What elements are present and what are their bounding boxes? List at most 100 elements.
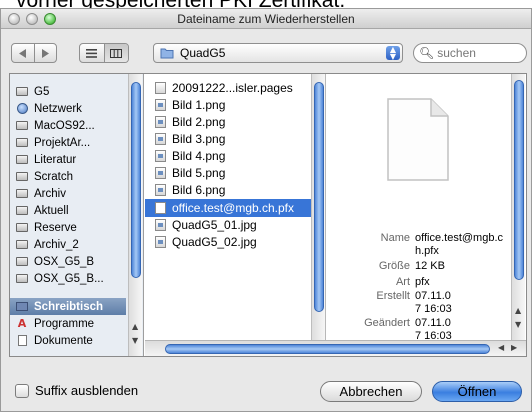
file-item-bild-2[interactable]: Bild 2.png <box>145 113 311 131</box>
path-popup-label: QuadG5 <box>180 46 226 60</box>
horizontal-scroll-thumb[interactable] <box>165 344 490 354</box>
scroll-down-arrow-icon[interactable]: ▼ <box>132 336 138 345</box>
preview-modified-value: 07.11.07 16:03 <box>415 317 452 339</box>
hide-extension-label: Suffix ausblenden <box>35 383 139 398</box>
open-button[interactable]: Öffnen <box>432 381 522 402</box>
scroll-right-arrow-icon[interactable]: ▶ <box>511 343 517 352</box>
preview-modified-label: Geändert <box>364 317 410 329</box>
sidebar-item-macos92[interactable]: MacOS92... <box>10 117 126 134</box>
preview-size-row: Größe 12 KB <box>347 260 525 273</box>
file-item-bild-6[interactable]: Bild 6.png <box>145 181 311 199</box>
sidebar-item-label: Archiv_2 <box>34 238 79 251</box>
file-item-label: QuadG5_02.jpg <box>172 235 257 249</box>
list-view-button[interactable] <box>80 44 104 62</box>
background-document-text: vorher gespeicherten PKI Zertifikat. <box>0 0 532 8</box>
image-file-icon <box>155 133 166 145</box>
open-file-dialog: Dateiname zum Wiederherstellen QuadG5 ▲ … <box>0 8 532 412</box>
applications-icon: A <box>17 317 27 330</box>
file-column-scroll-thumb[interactable] <box>314 82 324 312</box>
file-item-label: Bild 3.png <box>172 132 226 146</box>
preview-scroll-up-icon[interactable]: ▲ <box>515 306 521 315</box>
forward-button[interactable] <box>34 44 56 62</box>
sidebar-item-aktuell[interactable]: Aktuell <box>10 202 126 219</box>
sidebar-item-archiv-2[interactable]: Archiv_2 <box>10 236 126 253</box>
sidebar-scrollbar[interactable]: ▲ ▼ <box>128 74 142 356</box>
file-item-quadg5-01[interactable]: QuadG5_01.jpg <box>145 216 311 234</box>
preview-name-row: Name office.test@mgb.ch.pfx <box>347 232 525 258</box>
search-input[interactable] <box>437 46 528 60</box>
sidebar-item-label: Dokumente <box>34 334 93 347</box>
image-file-icon <box>155 184 166 196</box>
sidebar-item-osx-g5-b[interactable]: OSX_G5_B <box>10 253 126 270</box>
sidebar-item-label: OSX_G5_B... <box>34 272 104 285</box>
file-browser: G5 Netzwerk MacOS92... ProjektAr... Lite… <box>9 73 527 357</box>
cancel-button[interactable]: Abbrechen <box>320 381 422 402</box>
image-file-icon <box>155 116 166 128</box>
file-item-bild-3[interactable]: Bild 3.png <box>145 130 311 148</box>
sidebar-item-label: G5 <box>34 85 50 98</box>
file-item-label: 20091222...isler.pages <box>172 81 293 95</box>
view-mode-control <box>79 43 129 63</box>
file-item-label: office.test@mgb.ch.pfx <box>172 201 295 215</box>
sidebar-item-dokumente[interactable]: Dokumente <box>10 332 126 349</box>
drive-icon <box>15 222 29 234</box>
sidebar-item-literatur[interactable]: Literatur <box>10 151 126 168</box>
back-button[interactable] <box>12 44 34 62</box>
preview-created-row: Erstellt 07.11.07 16:03 <box>347 290 525 316</box>
sidebar-item-osx-g5-b-2[interactable]: OSX_G5_B... <box>10 270 126 287</box>
file-column-scrollbar[interactable] <box>311 74 325 340</box>
sidebar-item-g5[interactable]: G5 <box>10 83 126 100</box>
desktop-icon <box>15 301 29 313</box>
file-item-bild-1[interactable]: Bild 1.png <box>145 96 311 114</box>
blank-file-icon <box>155 202 166 214</box>
preview-created-label: Erstellt <box>376 290 410 302</box>
preview-scroll-down-icon[interactable]: ▼ <box>515 320 521 329</box>
sidebar-item-reserve[interactable]: Reserve <box>10 219 126 236</box>
sidebar-item-archiv[interactable]: Archiv <box>10 185 126 202</box>
sidebar-item-label: ProjektAr... <box>34 136 91 149</box>
file-item-quadg5-02[interactable]: QuadG5_02.jpg <box>145 233 311 251</box>
file-item-label: Bild 1.png <box>172 98 226 112</box>
sidebar-item-programme[interactable]: A Programme <box>10 315 126 332</box>
scroll-up-arrow-icon[interactable]: ▲ <box>132 322 138 331</box>
window-title: Dateiname zum Wiederherstellen <box>177 12 355 26</box>
drive-icon <box>15 137 29 149</box>
scroll-left-arrow-icon[interactable]: ◀ <box>498 343 504 352</box>
documents-icon <box>15 335 29 347</box>
file-item-pages[interactable]: 20091222...isler.pages <box>145 79 311 97</box>
sidebar-scroll-thumb[interactable] <box>131 82 141 278</box>
title-bar: Dateiname zum Wiederherstellen <box>1 9 531 29</box>
file-column: 20091222...isler.pages Bild 1.png Bild 2… <box>145 74 326 340</box>
file-item-label: QuadG5_01.jpg <box>172 218 257 232</box>
horizontal-scrollbar[interactable]: ◀ ▶ <box>145 340 526 356</box>
sidebar-item-label: Archiv <box>34 187 66 200</box>
drive-icon <box>15 205 29 217</box>
preview-scroll-thumb[interactable] <box>514 80 524 280</box>
preview-scrollbar[interactable]: ▲ ▼ <box>511 74 525 340</box>
file-item-bild-4[interactable]: Bild 4.png <box>145 147 311 165</box>
preview-size-label: Größe <box>378 260 410 272</box>
toolbar: QuadG5 ▲ ▼ 🔍︎ <box>1 30 531 72</box>
sidebar-item-netzwerk[interactable]: Netzwerk <box>10 100 126 117</box>
file-item-office-pfx[interactable]: office.test@mgb.ch.pfx <box>145 199 311 217</box>
hide-extension-checkbox[interactable] <box>15 384 29 398</box>
back-forward-control <box>11 43 57 63</box>
column-view-icon <box>110 48 123 58</box>
drive-icon <box>15 86 29 98</box>
forward-icon <box>41 48 49 58</box>
preview-kind-row: Art pfx <box>347 276 525 289</box>
folder-icon <box>160 48 174 59</box>
sidebar-item-scratch[interactable]: Scratch <box>10 168 126 185</box>
preview-kind-label: Art <box>395 276 410 288</box>
drive-icon <box>15 273 29 285</box>
drive-icon <box>15 239 29 251</box>
preview-modified-row: Geändert 07.11.07 16:03 <box>347 317 525 339</box>
preview-name-label: Name <box>380 232 410 244</box>
search-icon: 🔍︎ <box>419 46 435 60</box>
column-view-button[interactable] <box>103 44 128 62</box>
sidebar-item-projektar[interactable]: ProjektAr... <box>10 134 126 151</box>
file-item-bild-5[interactable]: Bild 5.png <box>145 164 311 182</box>
image-file-icon <box>155 219 166 231</box>
sidebar-item-schreibtisch[interactable]: Schreibtisch <box>10 298 126 315</box>
path-popup[interactable]: QuadG5 ▲ ▼ <box>153 43 403 63</box>
